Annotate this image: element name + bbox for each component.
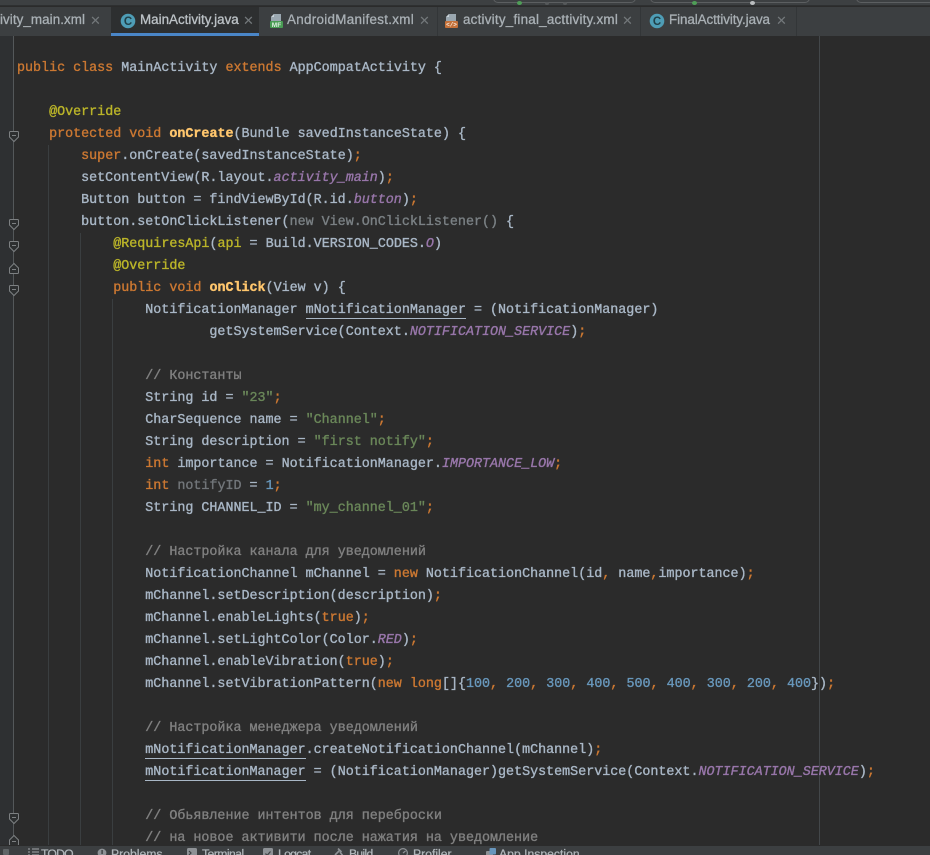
svg-text:C: C [124,16,132,28]
svg-text:C: C [653,16,661,28]
svg-text:MF: MF [272,22,281,29]
svg-text:</>: </> [446,22,457,29]
